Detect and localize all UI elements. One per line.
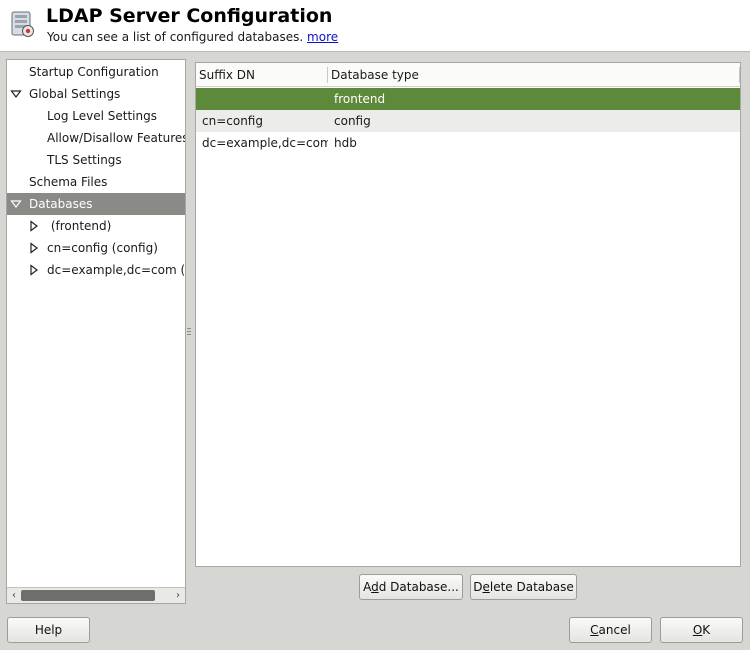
navigation-tree: Startup Configuration Global Settings Lo…: [6, 59, 186, 604]
collapsed-arrow-icon[interactable]: [28, 259, 40, 281]
table-row[interactable]: cn=config config: [196, 110, 740, 132]
tree-item-label: Global Settings: [29, 87, 121, 101]
scroll-right-icon[interactable]: ›: [171, 588, 185, 603]
button-mnemonic: C: [590, 623, 599, 637]
tree-item-tls-settings[interactable]: TLS Settings: [7, 149, 185, 171]
expanded-arrow-icon[interactable]: [10, 193, 22, 215]
button-mnemonic: O: [692, 623, 703, 637]
tree-item-label: cn=config (config): [47, 241, 158, 255]
help-button[interactable]: Help: [7, 617, 90, 643]
cell-suffix-dn: cn=config: [202, 114, 263, 128]
tree-item-log-level-settings[interactable]: Log Level Settings: [7, 105, 185, 127]
tree-item-label: Allow/Disallow Features: [47, 131, 185, 145]
tree-item-label: Startup Configuration: [29, 65, 159, 79]
table-header: Suffix DN Database type: [196, 63, 740, 87]
more-link[interactable]: more: [307, 30, 338, 44]
tree-item-label: TLS Settings: [47, 153, 122, 167]
column-header-suffix-dn[interactable]: Suffix DN: [196, 63, 326, 87]
collapsed-arrow-icon[interactable]: [28, 215, 40, 237]
delete-database-button[interactable]: Delete Database: [470, 574, 577, 600]
button-mnemonic: e: [482, 580, 490, 594]
database-table: Suffix DN Database type frontend cn=conf…: [195, 62, 741, 567]
cell-database-type: frontend: [334, 92, 386, 106]
tree-item-label: Databases: [29, 197, 93, 211]
page-subtitle: You can see a list of configured databas…: [47, 30, 338, 44]
collapsed-arrow-icon[interactable]: [28, 237, 40, 259]
button-mnemonic: d: [371, 580, 379, 594]
tree-item-schema-files[interactable]: Schema Files: [7, 171, 185, 193]
scroll-left-icon[interactable]: ‹: [7, 588, 21, 603]
subtitle-text: You can see a list of configured databas…: [47, 30, 304, 44]
column-header-database-type[interactable]: Database type: [328, 63, 738, 87]
dialog-header: LDAP Server Configuration You can see a …: [0, 0, 750, 52]
cell-database-type: config: [334, 114, 371, 128]
tree-item-global-settings[interactable]: Global Settings: [7, 83, 185, 105]
cancel-button[interactable]: Cancel: [569, 617, 652, 643]
button-label-part: lete Database: [489, 580, 574, 594]
column-divider: [739, 67, 740, 83]
tree-item-label: Schema Files: [29, 175, 108, 189]
button-label-part: ancel: [598, 623, 631, 637]
button-label-part: d Database...: [378, 580, 459, 594]
table-row[interactable]: dc=example,dc=com hdb: [196, 132, 740, 154]
page-title: LDAP Server Configuration: [46, 5, 333, 27]
tree-item-startup-configuration[interactable]: Startup Configuration: [7, 61, 185, 83]
tree-item-label: (frontend): [47, 219, 112, 233]
tree-item-label: dc=example,dc=com (h: [47, 263, 185, 277]
tree-item-cn-config[interactable]: cn=config (config): [7, 237, 185, 259]
scrollbar-thumb[interactable]: [21, 590, 155, 601]
button-label-part: A: [363, 580, 372, 594]
tree-item-allow-disallow-features[interactable]: Allow/Disallow Features: [7, 127, 185, 149]
add-database-button[interactable]: Add Database...: [359, 574, 463, 600]
tree-item-databases[interactable]: Databases: [7, 193, 185, 215]
ldap-server-icon: [11, 11, 34, 37]
button-label-part: K: [702, 623, 711, 637]
ok-button[interactable]: OK: [660, 617, 743, 643]
tree-horizontal-scrollbar[interactable]: ‹ ›: [7, 587, 185, 603]
cell-suffix-dn: dc=example,dc=com: [202, 136, 328, 150]
table-row[interactable]: frontend: [196, 88, 740, 110]
tree-item-dc-example[interactable]: dc=example,dc=com (h: [7, 259, 185, 281]
splitter-handle-icon[interactable]: [186, 320, 192, 344]
tree-item-label: Log Level Settings: [47, 109, 157, 123]
tree-item-frontend[interactable]: (frontend): [7, 215, 185, 237]
expanded-arrow-icon[interactable]: [10, 83, 22, 105]
cell-database-type: hdb: [334, 136, 357, 150]
